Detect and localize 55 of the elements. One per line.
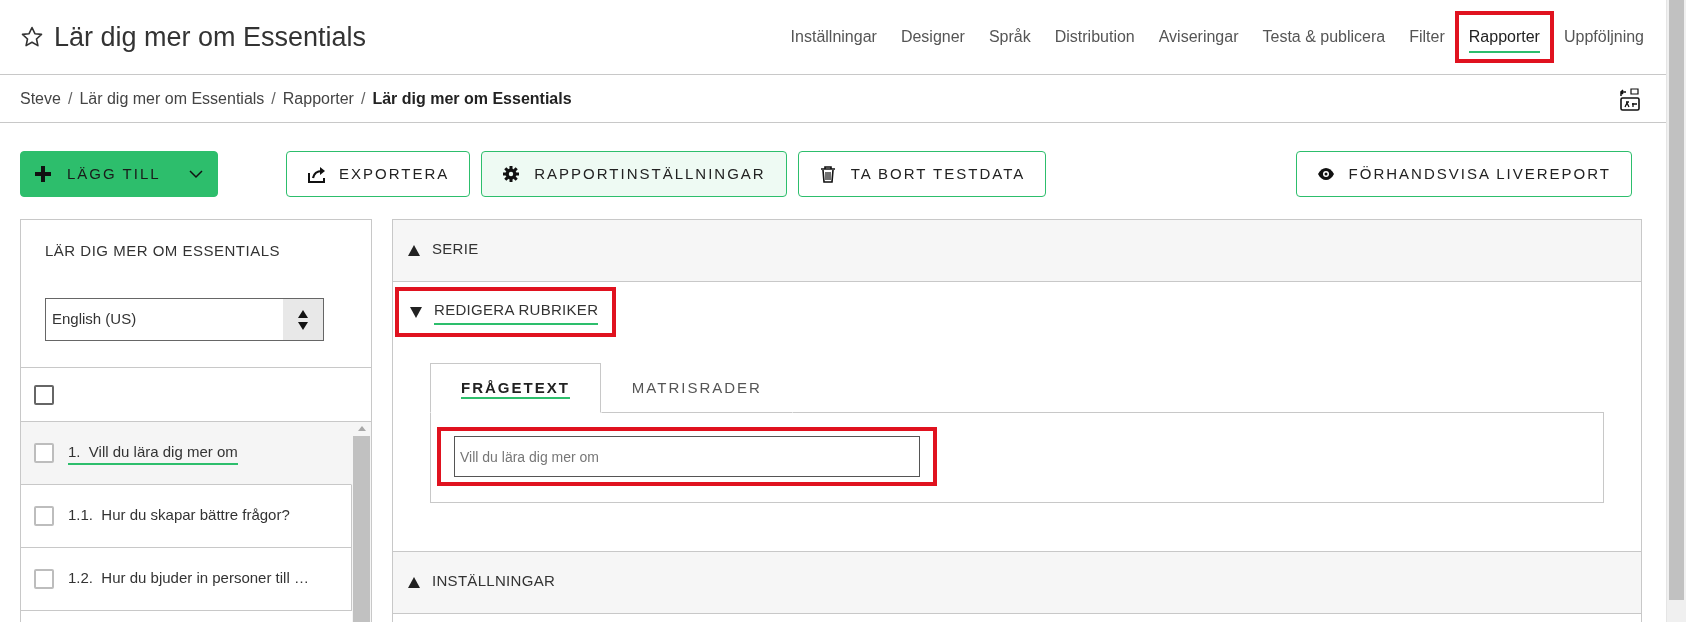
trash-icon xyxy=(818,165,837,183)
share-icon xyxy=(307,165,325,183)
plus-icon xyxy=(35,165,53,183)
checkbox[interactable] xyxy=(34,569,54,589)
nav-tab[interactable]: Aviseringar xyxy=(1158,21,1239,53)
translate-icon[interactable] xyxy=(1618,85,1642,112)
nav-tab[interactable]: Filter xyxy=(1409,21,1445,53)
nav-tab[interactable]: Rapporter xyxy=(1468,21,1540,53)
toolbar-button[interactable]: TA BORT TESTDATA xyxy=(797,151,1047,197)
section-header[interactable]: INSTÄLLNINGAR xyxy=(432,569,556,596)
toolbar-button[interactable]: FÖRHANDSVISA LIVEREPORT xyxy=(1295,151,1632,197)
triangle-down-icon[interactable] xyxy=(410,306,422,318)
scrollbar[interactable] xyxy=(352,422,371,622)
add-dropdown-button[interactable]: LÄGG TILL xyxy=(20,151,218,197)
breadcrumb-separator: / xyxy=(67,88,73,109)
question-label: 1. Vill du lära dig mer om xyxy=(68,440,238,466)
nav-tab[interactable]: Språk xyxy=(988,21,1031,53)
language-select[interactable]: English (US) xyxy=(45,298,324,341)
triangle-up-icon[interactable] xyxy=(408,577,420,588)
breadcrumb-current: Lär dig mer om Essentials xyxy=(372,88,572,109)
toolbar-button[interactable]: EXPORTERA xyxy=(286,151,471,197)
breadcrumb-link[interactable]: Rapporter xyxy=(282,86,354,111)
question-label: 1.2. Hur du bjuder in personer till … xyxy=(68,567,309,588)
section-header[interactable]: REDIGERA RUBRIKER xyxy=(434,299,599,325)
scrollbar-thumb[interactable] xyxy=(353,436,370,622)
section-header[interactable]: SERIE xyxy=(432,237,479,264)
scrollbar[interactable] xyxy=(1666,0,1686,622)
breadcrumb-separator: / xyxy=(271,88,276,109)
triangle-up-icon[interactable] xyxy=(408,245,420,256)
checkbox[interactable] xyxy=(34,443,54,463)
nav-tab[interactable]: Distribution xyxy=(1054,21,1135,53)
gear-icon xyxy=(502,165,521,183)
tab[interactable]: MATRISRADER xyxy=(600,363,793,413)
nav-tab[interactable]: Uppföljning xyxy=(1563,21,1644,53)
toolbar-button[interactable]: RAPPORTINSTÄLLNINGAR xyxy=(481,151,787,197)
chevron-down-icon xyxy=(188,169,203,179)
breadcrumb-link[interactable]: Steve xyxy=(20,86,61,111)
breadcrumb-link[interactable]: Lär dig mer om Essentials xyxy=(79,86,265,111)
eye-icon xyxy=(1316,165,1335,183)
question-item[interactable]: 1.2. Hur du bjuder in personer till … xyxy=(21,548,352,611)
nav-tab[interactable]: Inställningar xyxy=(790,21,877,53)
checkbox[interactable] xyxy=(34,506,54,526)
tab[interactable]: FRÅGETEXT xyxy=(430,363,601,413)
scrollbar-thumb[interactable] xyxy=(1669,0,1684,600)
question-item[interactable]: 1. Vill du lära dig mer om xyxy=(21,422,352,485)
nav-tab[interactable]: Designer xyxy=(900,21,965,53)
question-label: 1.1. Hur du skapar bättre frågor? xyxy=(68,504,290,525)
text-field[interactable]: Vill du lära dig mer om xyxy=(454,436,920,477)
page-title: Lär dig mer om Essentials xyxy=(54,20,367,54)
question-item[interactable]: 1.1. Hur du skapar bättre frågor? xyxy=(21,485,352,548)
panel-title: LÄR DIG MER OM ESSENTIALS xyxy=(45,242,282,260)
star-icon[interactable] xyxy=(20,25,44,49)
breadcrumb-separator: / xyxy=(360,88,366,109)
nav-tab[interactable]: Testa & publicera xyxy=(1262,21,1386,53)
select-all-checkbox[interactable] xyxy=(34,384,54,405)
